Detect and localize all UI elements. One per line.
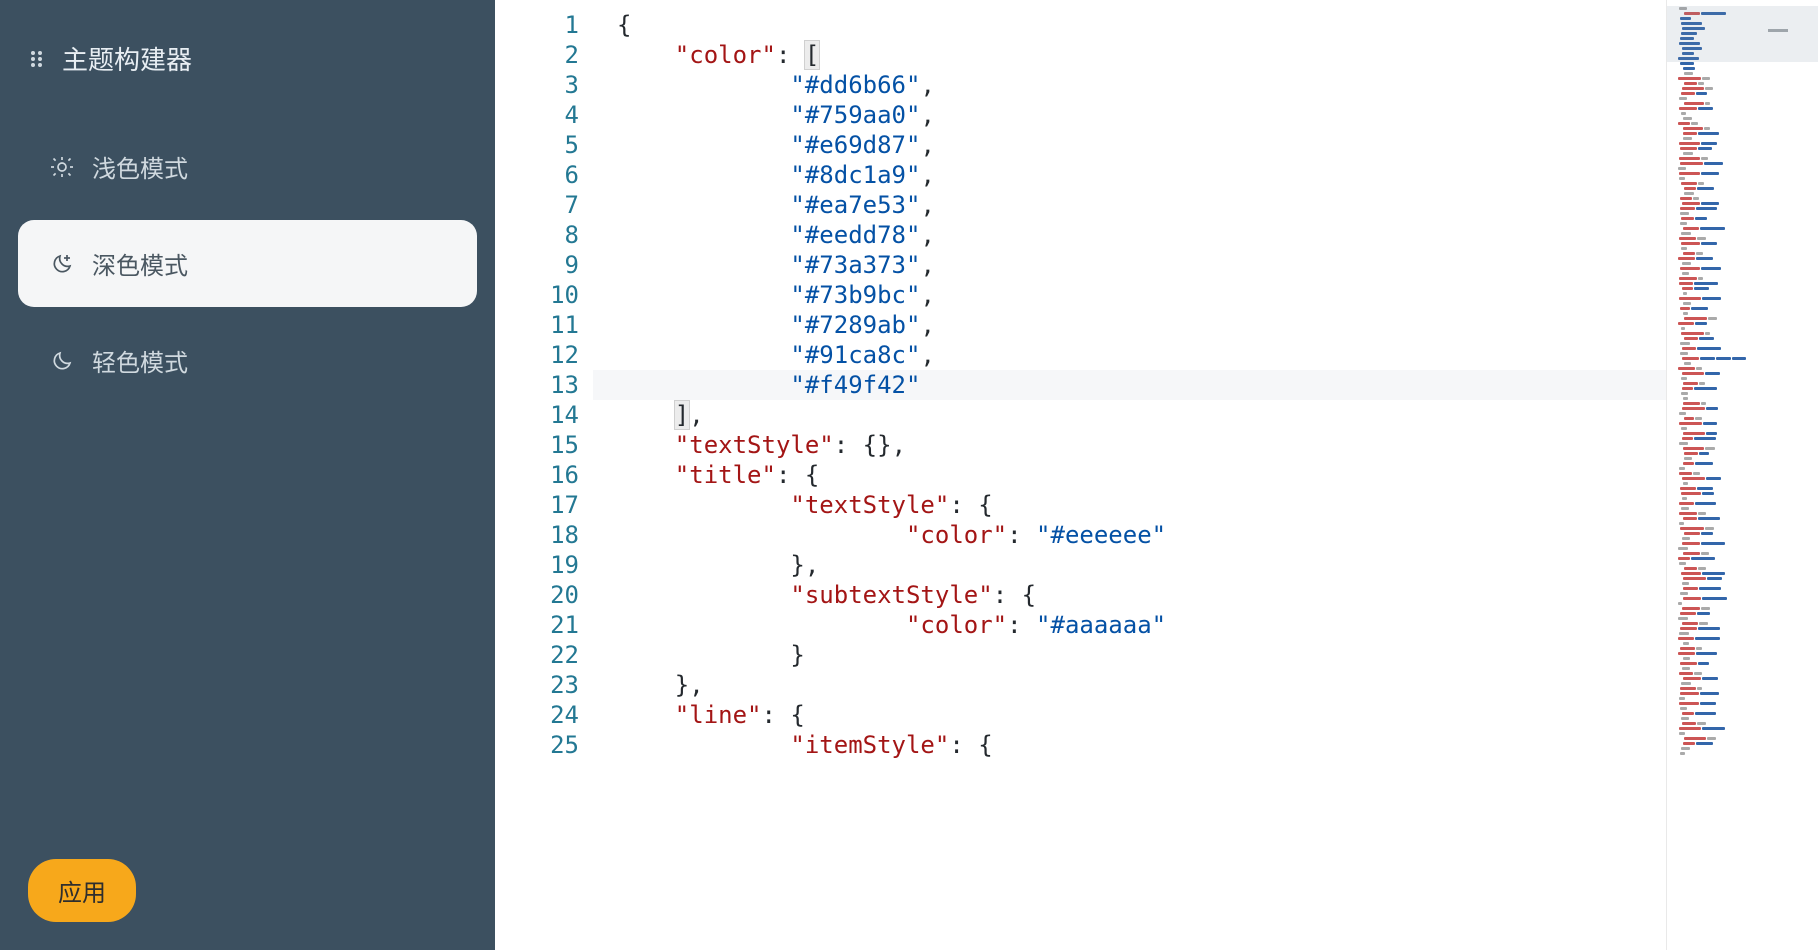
- code-line[interactable]: "textStyle": {: [593, 490, 1666, 520]
- sidebar-item-dark[interactable]: 深色模式: [18, 220, 477, 307]
- code-line[interactable]: "itemStyle": {: [593, 730, 1666, 760]
- line-number: 4: [505, 100, 579, 130]
- code-line[interactable]: "#759aa0",: [593, 100, 1666, 130]
- line-number: 16: [505, 460, 579, 490]
- line-number: 13: [505, 370, 579, 400]
- sidebar-item-light[interactable]: 浅色模式: [18, 123, 477, 210]
- line-number: 6: [505, 160, 579, 190]
- line-number: 9: [505, 250, 579, 280]
- line-number: 20: [505, 580, 579, 610]
- line-number: 11: [505, 310, 579, 340]
- editor-pane: 1234567891011121314151617181920212223242…: [495, 0, 1818, 950]
- code-line[interactable]: "#ea7e53",: [593, 190, 1666, 220]
- code-line[interactable]: "#e69d87",: [593, 130, 1666, 160]
- code-line[interactable]: "line": {: [593, 700, 1666, 730]
- sidebar: 主题构建器 浅色模式 深色模式 轻色模式 应用: [0, 0, 495, 950]
- code-line[interactable]: "textStyle": {},: [593, 430, 1666, 460]
- line-number: 25: [505, 730, 579, 760]
- code-line[interactable]: "#7289ab",: [593, 310, 1666, 340]
- line-number: 21: [505, 610, 579, 640]
- code-line[interactable]: {: [593, 10, 1666, 40]
- line-number: 17: [505, 490, 579, 520]
- sidebar-header: 主题构建器: [18, 20, 477, 113]
- code-line[interactable]: },: [593, 670, 1666, 700]
- line-number: 19: [505, 550, 579, 580]
- sidebar-item-soft[interactable]: 轻色模式: [18, 317, 477, 404]
- line-number: 22: [505, 640, 579, 670]
- code-line[interactable]: "#73b9bc",: [593, 280, 1666, 310]
- code-line[interactable]: "#8dc1a9",: [593, 160, 1666, 190]
- minimap[interactable]: [1666, 0, 1818, 950]
- line-number-gutter: 1234567891011121314151617181920212223242…: [495, 0, 593, 950]
- apply-button[interactable]: 应用: [28, 859, 136, 922]
- sidebar-item-label: 浅色模式: [92, 149, 188, 184]
- editor-window-controls: [1768, 22, 1788, 38]
- sun-icon: [50, 155, 74, 179]
- line-number: 24: [505, 700, 579, 730]
- sidebar-title: 主题构建器: [62, 40, 192, 77]
- code-line[interactable]: "#dd6b66",: [593, 70, 1666, 100]
- sidebar-item-label: 深色模式: [92, 246, 188, 281]
- line-number: 8: [505, 220, 579, 250]
- moon-icon: [50, 349, 74, 373]
- line-number: 3: [505, 70, 579, 100]
- line-number: 14: [505, 400, 579, 430]
- code-line[interactable]: },: [593, 550, 1666, 580]
- line-number: 23: [505, 670, 579, 700]
- line-number: 15: [505, 430, 579, 460]
- code-line[interactable]: }: [593, 640, 1666, 670]
- code-editor[interactable]: 1234567891011121314151617181920212223242…: [495, 0, 1666, 950]
- code-line[interactable]: "#eedd78",: [593, 220, 1666, 250]
- line-number: 18: [505, 520, 579, 550]
- code-line[interactable]: "color": "#eeeeee": [593, 520, 1666, 550]
- code-line[interactable]: "#73a373",: [593, 250, 1666, 280]
- moon-plus-icon: [50, 252, 74, 276]
- code-line[interactable]: "#91ca8c",: [593, 340, 1666, 370]
- line-number: 5: [505, 130, 579, 160]
- code-line[interactable]: ],: [593, 400, 1666, 430]
- sidebar-menu: 浅色模式 深色模式 轻色模式: [18, 123, 477, 404]
- minimap-viewport[interactable]: [1667, 6, 1818, 62]
- line-number: 10: [505, 280, 579, 310]
- line-number: 2: [505, 40, 579, 70]
- code-content[interactable]: { "color": [ "#dd6b66", "#759aa0", "#e69…: [593, 0, 1666, 950]
- line-number: 7: [505, 190, 579, 220]
- code-line[interactable]: "color": [: [593, 40, 1666, 70]
- code-line[interactable]: "title": {: [593, 460, 1666, 490]
- code-line[interactable]: "#f49f42": [593, 370, 1666, 400]
- line-number: 12: [505, 340, 579, 370]
- sidebar-item-label: 轻色模式: [92, 343, 188, 378]
- minimize-icon[interactable]: [1768, 22, 1788, 38]
- code-line[interactable]: "subtextStyle": {: [593, 580, 1666, 610]
- grip-icon: [26, 47, 50, 71]
- line-number: 1: [505, 10, 579, 40]
- code-line[interactable]: "color": "#aaaaaa": [593, 610, 1666, 640]
